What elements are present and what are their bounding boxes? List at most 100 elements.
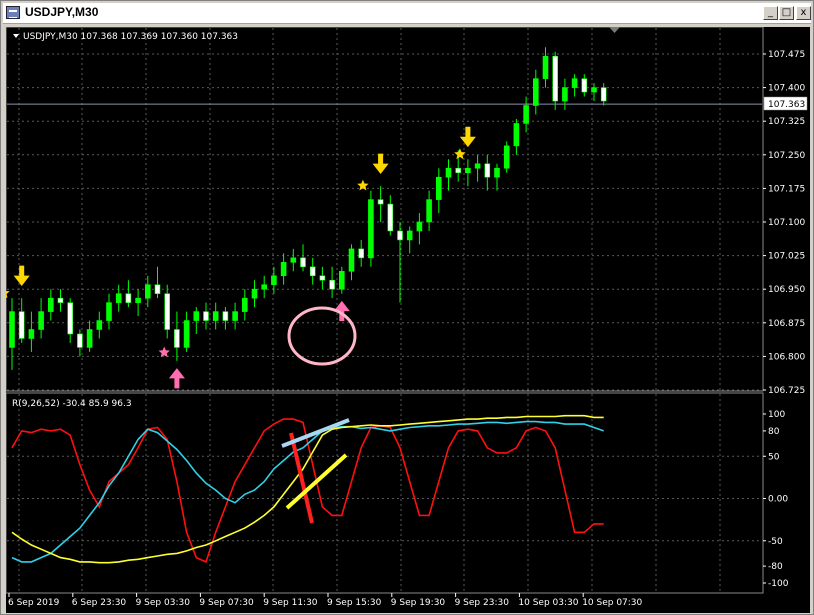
candle-body bbox=[503, 145, 510, 169]
candle-body bbox=[348, 248, 355, 272]
time-tick-label: 9 Sep 19:30 bbox=[391, 598, 446, 608]
candle-body bbox=[338, 270, 345, 290]
candle-body bbox=[135, 297, 141, 303]
candle-body bbox=[532, 78, 539, 106]
candle-body bbox=[280, 262, 287, 277]
candle-body bbox=[125, 293, 132, 303]
indicator-tick-label: 0.00 bbox=[768, 495, 788, 505]
price-tick-label: 107.400 bbox=[768, 84, 805, 94]
candle-body bbox=[290, 257, 297, 263]
candle-body bbox=[96, 320, 103, 330]
window-title: USDJPY,M30 bbox=[25, 5, 99, 19]
candle-body bbox=[329, 279, 335, 290]
candle-body bbox=[67, 302, 74, 335]
price-tick-label: 107.250 bbox=[768, 151, 805, 161]
candle-body bbox=[145, 284, 151, 299]
indicator-tick-label: -100 bbox=[768, 579, 789, 589]
candle-body bbox=[115, 293, 122, 303]
candle-body bbox=[387, 203, 394, 232]
candle-body bbox=[183, 320, 190, 348]
title-bar[interactable]: USDJPY,M30 _ □ x bbox=[3, 3, 811, 24]
candle-body bbox=[465, 167, 471, 174]
candle-body bbox=[358, 248, 365, 259]
indicator-tick-label: 80 bbox=[768, 427, 780, 437]
candle-body bbox=[581, 78, 588, 93]
candle-body bbox=[154, 284, 161, 294]
candle-body bbox=[86, 329, 93, 348]
candle-body bbox=[164, 293, 170, 330]
chart-window: USDJPY,M30 _ □ x 107.475 107.400 107.325 10… bbox=[0, 0, 814, 615]
main-info-label: USDJPY,M30 107.368 107.369 107.360 107.3… bbox=[23, 32, 238, 42]
candle-body bbox=[251, 288, 258, 299]
candle-body bbox=[232, 311, 238, 321]
candle-body bbox=[193, 311, 200, 321]
time-tick-label: 9 Sep 15:30 bbox=[327, 598, 382, 608]
candle-body bbox=[222, 311, 229, 321]
candle-body bbox=[426, 199, 432, 223]
candle-body bbox=[377, 199, 384, 205]
candle-body bbox=[77, 333, 83, 348]
candle-body bbox=[484, 163, 491, 178]
time-tick-label: 9 Sep 23:30 bbox=[455, 598, 510, 608]
maximize-button[interactable]: □ bbox=[779, 6, 794, 20]
indicator-tick-label: -50 bbox=[768, 537, 783, 547]
chart-window-icon bbox=[6, 6, 20, 19]
indicator-tick-label: -80 bbox=[768, 562, 783, 572]
candle-body bbox=[406, 230, 413, 241]
candle-body bbox=[455, 167, 462, 174]
candle-body bbox=[562, 87, 568, 102]
candle-body bbox=[18, 311, 25, 339]
candle-body bbox=[523, 105, 529, 124]
minimize-button[interactable]: _ bbox=[763, 6, 778, 20]
candle-body bbox=[397, 230, 403, 241]
candle-body bbox=[571, 78, 578, 88]
price-tick-label: 106.725 bbox=[768, 386, 805, 396]
time-tick-label: 10 Sep 07:30 bbox=[582, 598, 642, 608]
candle-body bbox=[212, 311, 219, 321]
indicator-info-label: R(9,26,52) -30.4 85.9 96.3 bbox=[12, 399, 132, 409]
candle-body bbox=[57, 297, 64, 303]
candle-body bbox=[600, 87, 607, 102]
candle-body bbox=[435, 176, 442, 200]
price-tick-label: 107.475 bbox=[768, 50, 805, 60]
candle-body bbox=[513, 123, 520, 147]
candle-body bbox=[494, 167, 500, 178]
chart-background bbox=[6, 27, 810, 613]
price-tick-label: 107.025 bbox=[768, 252, 805, 262]
price-chart-area[interactable]: 107.475 107.400 107.325 107.250 107.175 107.1… bbox=[6, 27, 810, 613]
candle-body bbox=[368, 199, 374, 259]
candle-body bbox=[309, 266, 316, 277]
time-tick-label: 9 Sep 11:30 bbox=[263, 598, 318, 608]
indicator-tick-label: 100 bbox=[768, 410, 785, 420]
time-tick-label: 10 Sep 03:30 bbox=[518, 598, 578, 608]
candle-body bbox=[300, 257, 306, 268]
price-tick-label: 107.325 bbox=[768, 117, 805, 127]
candle-body bbox=[242, 297, 248, 312]
close-button[interactable]: x bbox=[796, 6, 811, 20]
candle-body bbox=[47, 297, 54, 312]
time-tick-label: 9 Sep 07:30 bbox=[199, 598, 254, 608]
candle-body bbox=[38, 311, 44, 330]
candle-body bbox=[552, 55, 559, 102]
current-price-label: 107.363 bbox=[768, 100, 805, 110]
candle-body bbox=[106, 302, 112, 321]
candle-body bbox=[174, 329, 180, 348]
indicator-tick-label: 50 bbox=[768, 452, 780, 462]
candle-body bbox=[591, 87, 597, 93]
candle-body bbox=[271, 275, 277, 286]
candle-body bbox=[416, 221, 423, 232]
time-tick-label: 6 Sep 2019 bbox=[8, 598, 60, 608]
time-tick-label: 6 Sep 23:30 bbox=[72, 598, 127, 608]
price-tick-label: 106.800 bbox=[768, 352, 805, 362]
candle-body bbox=[261, 284, 267, 290]
price-tick-label: 107.100 bbox=[768, 218, 805, 228]
price-tick-label: 106.950 bbox=[768, 285, 805, 295]
price-tick-label: 106.875 bbox=[768, 319, 805, 329]
price-tick-label: 107.175 bbox=[768, 184, 805, 194]
candle-body bbox=[445, 167, 452, 178]
candle-body bbox=[28, 329, 35, 339]
candle-body bbox=[9, 311, 15, 348]
candle-body bbox=[474, 163, 481, 169]
candle-body bbox=[542, 55, 549, 79]
time-tick-label: 9 Sep 03:30 bbox=[136, 598, 191, 608]
